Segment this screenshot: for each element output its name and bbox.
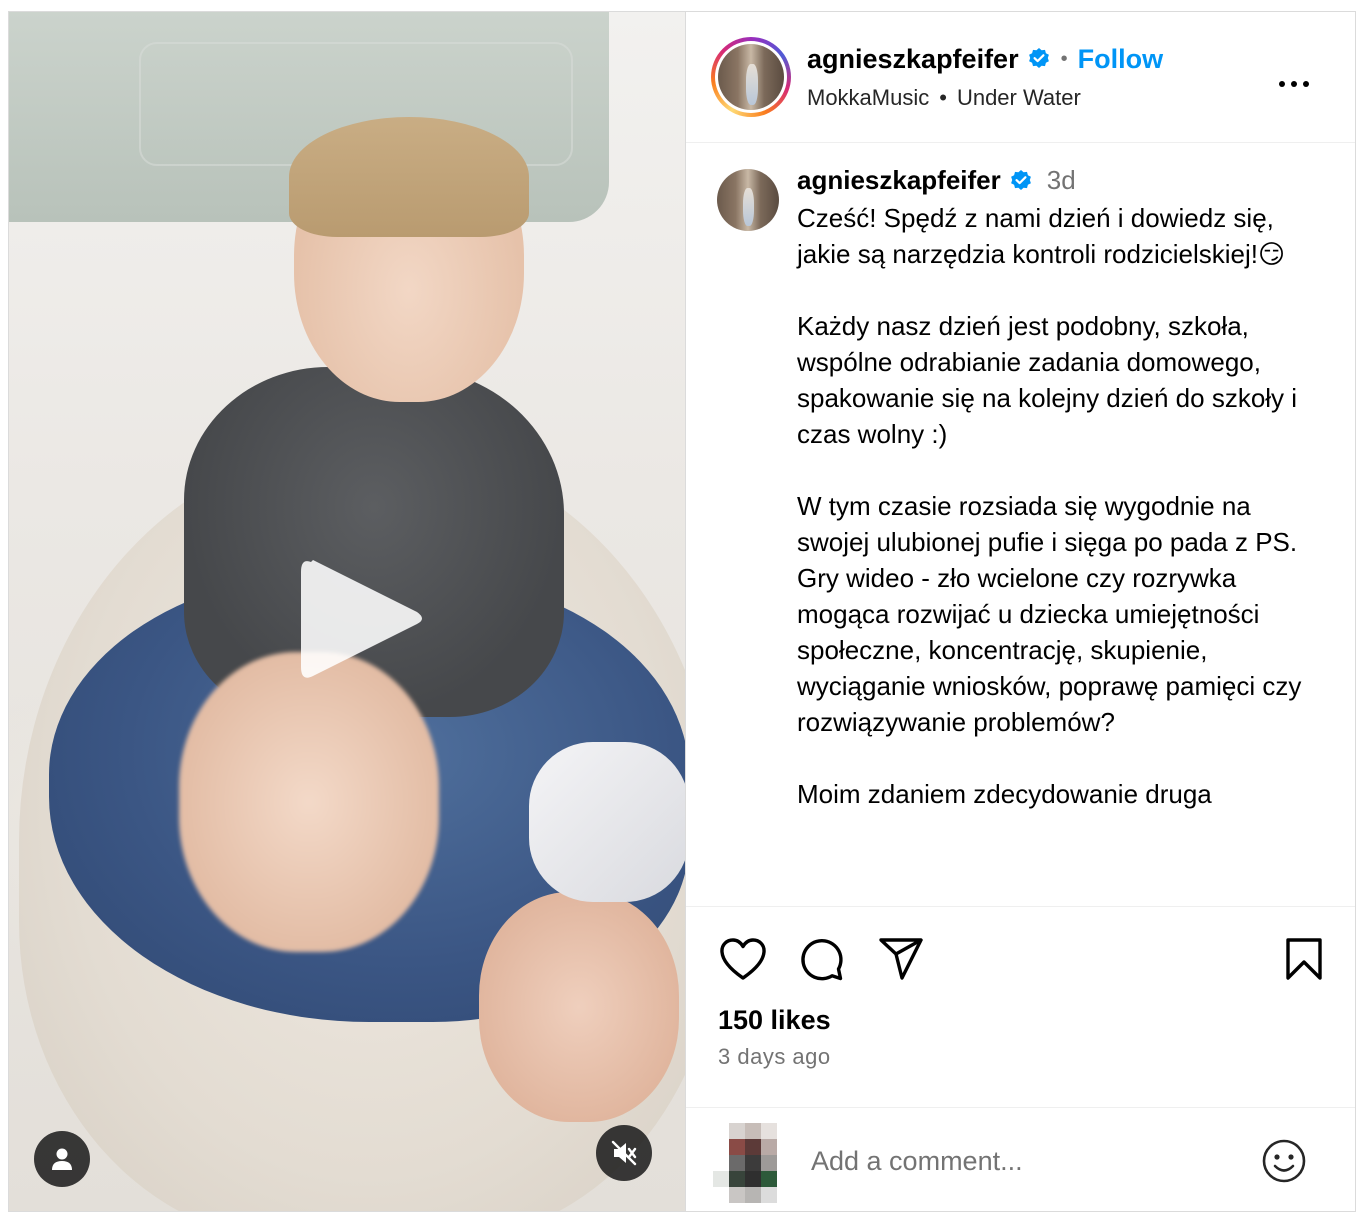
- follow-button[interactable]: Follow: [1078, 44, 1163, 75]
- audio-attribution[interactable]: MokkaMusic • Under Water: [807, 85, 1163, 111]
- caption: agnieszkapfeifer 3d Cześć! Spędź z nami …: [717, 165, 1327, 812]
- action-bar: [686, 907, 1355, 1017]
- video-player[interactable]: [9, 12, 685, 1211]
- story-ring-inner: [715, 41, 787, 113]
- avatar[interactable]: [718, 44, 784, 110]
- post-header: agnieszkapfeifer • Follow MokkaMusic • U…: [686, 12, 1355, 143]
- comment-composer: [686, 1107, 1355, 1214]
- verified-badge-icon: [1027, 47, 1051, 71]
- post-timestamp[interactable]: 3 days ago: [718, 1044, 831, 1070]
- caption-timestamp[interactable]: 3d: [1047, 165, 1076, 196]
- caption-header: agnieszkapfeifer 3d: [797, 165, 1327, 196]
- author-username[interactable]: agnieszkapfeifer: [807, 44, 1019, 75]
- story-ring[interactable]: [711, 37, 791, 117]
- likes-count[interactable]: 150 likes: [718, 1005, 831, 1036]
- paper-plane-icon[interactable]: [878, 937, 924, 981]
- audio-separator: •: [939, 84, 947, 110]
- feet-shape: [479, 892, 679, 1122]
- hair-shape: [289, 117, 529, 237]
- caption-avatar[interactable]: [717, 169, 779, 231]
- caption-username[interactable]: agnieszkapfeifer: [797, 165, 1001, 196]
- person-icon: [52, 1148, 72, 1170]
- smiley-icon[interactable]: [1261, 1138, 1307, 1184]
- comment-input[interactable]: [809, 1144, 1233, 1178]
- mute-toggle-button[interactable]: [596, 1125, 652, 1181]
- heart-icon[interactable]: [719, 937, 767, 981]
- caption-text: Cześć! Spędź z nami dzień i dowiedz się,…: [797, 203, 1302, 809]
- comment-bubble-icon[interactable]: [798, 937, 844, 983]
- speaker-muted-icon: [611, 1140, 637, 1166]
- caption-body: agnieszkapfeifer 3d Cześć! Spędź z nami …: [797, 165, 1327, 812]
- post-dialog: agnieszkapfeifer • Follow MokkaMusic • U…: [8, 11, 1356, 1212]
- audio-track[interactable]: Under Water: [957, 85, 1081, 111]
- header-line: agnieszkapfeifer • Follow: [807, 44, 1163, 75]
- current-user-avatar: [713, 1123, 789, 1203]
- hand-shape: [179, 652, 439, 952]
- comments-scroll-area[interactable]: agnieszkapfeifer 3d Cześć! Spędź z nami …: [686, 143, 1355, 907]
- gamepad-shape: [529, 742, 685, 902]
- more-options-icon[interactable]: [1279, 74, 1315, 87]
- post-details-panel: agnieszkapfeifer • Follow MokkaMusic • U…: [685, 12, 1355, 1211]
- verified-badge-icon: [1009, 169, 1033, 193]
- bookmark-icon[interactable]: [1285, 937, 1323, 981]
- header-separator: •: [1060, 47, 1068, 70]
- audio-artist[interactable]: MokkaMusic: [807, 85, 929, 111]
- tagged-users-button[interactable]: [34, 1131, 90, 1187]
- play-icon[interactable]: [299, 552, 429, 687]
- header-text: agnieszkapfeifer • Follow MokkaMusic • U…: [807, 44, 1163, 111]
